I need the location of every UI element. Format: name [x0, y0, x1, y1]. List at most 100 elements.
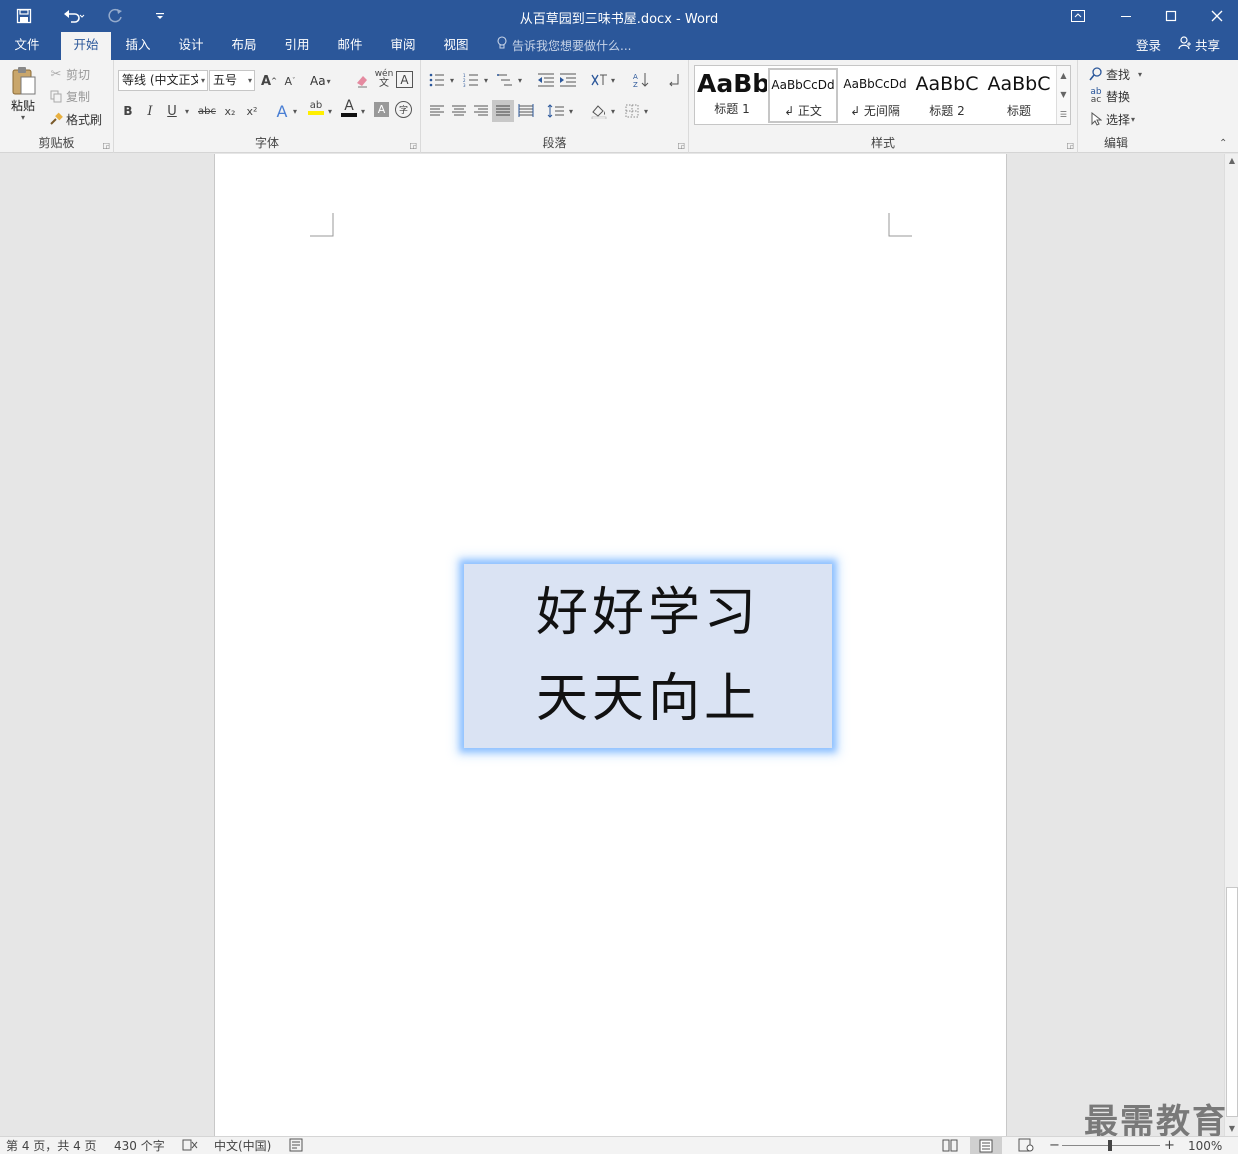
replace-button[interactable]: ab ac 替换: [1086, 86, 1130, 106]
share-button[interactable]: 共享: [1174, 34, 1220, 58]
align-center-icon[interactable]: [449, 101, 469, 121]
minimize-icon[interactable]: [1103, 0, 1149, 32]
tab-file[interactable]: 文件: [4, 32, 50, 60]
style-title[interactable]: AaBbC 标题: [984, 68, 1054, 123]
justify-icon[interactable]: [492, 100, 514, 122]
format-painter-button[interactable]: 格式刷: [46, 109, 102, 129]
subscript-button[interactable]: x₂: [220, 101, 240, 121]
web-layout-icon[interactable]: [1018, 1138, 1034, 1154]
paragraph-launcher-icon[interactable]: ◲: [677, 141, 685, 150]
change-case-button[interactable]: Aa ▾: [310, 71, 331, 91]
gallery-down-icon[interactable]: ▼: [1060, 90, 1066, 99]
highlight-icon[interactable]: ab: [306, 98, 326, 118]
zoom-out-icon[interactable]: −: [1049, 1138, 1060, 1154]
chevron-down-icon[interactable]: ▾: [450, 76, 454, 85]
chevron-down-icon[interactable]: ▾: [611, 76, 615, 85]
chevron-down-icon[interactable]: ▾: [644, 107, 648, 116]
ribbon-display-icon[interactable]: [1055, 0, 1101, 32]
underline-button[interactable]: U: [162, 101, 182, 121]
font-size-combo[interactable]: 五号 ▾: [209, 70, 255, 91]
bold-button[interactable]: B: [118, 101, 138, 121]
document-page[interactable]: 好好学习 天天向上: [214, 154, 1007, 1136]
grow-font-icon[interactable]: A ^: [259, 71, 279, 91]
clear-format-icon[interactable]: [352, 71, 372, 91]
zoom-in-icon[interactable]: +: [1164, 1138, 1175, 1154]
tab-design[interactable]: 设计: [168, 32, 214, 60]
font-name-combo[interactable]: 等线 (中文正文 ▾: [118, 70, 208, 91]
zoom-level[interactable]: 100%: [1188, 1138, 1222, 1154]
tab-review[interactable]: 审阅: [380, 32, 426, 60]
zoom-slider-thumb[interactable]: [1108, 1140, 1112, 1151]
text-box[interactable]: 好好学习 天天向上: [464, 564, 832, 748]
maximize-icon[interactable]: [1148, 0, 1194, 32]
italic-button[interactable]: I: [140, 101, 160, 121]
font-color-icon[interactable]: A: [339, 98, 359, 118]
style-heading-2[interactable]: AaBbC 标题 2: [912, 68, 982, 123]
tab-layout[interactable]: 布局: [221, 32, 267, 60]
distributed-icon[interactable]: [516, 101, 536, 121]
phonetic-guide-icon[interactable]: wén 文: [374, 69, 394, 89]
read-mode-icon[interactable]: [942, 1138, 958, 1154]
login-link[interactable]: 登录: [1136, 32, 1161, 59]
enclose-characters-icon[interactable]: 字: [395, 101, 412, 118]
gallery-more-icon[interactable]: ☰: [1060, 110, 1067, 119]
font-launcher-icon[interactable]: ◲: [409, 141, 417, 150]
tab-references[interactable]: 引用: [274, 32, 320, 60]
tab-mailings[interactable]: 邮件: [327, 32, 373, 60]
align-left-icon[interactable]: [427, 101, 447, 121]
shading-icon[interactable]: [589, 101, 609, 121]
style-heading-1[interactable]: AaBb 标题 1: [697, 68, 767, 123]
select-button[interactable]: 选择 ▾: [1086, 109, 1135, 129]
scroll-thumb[interactable]: [1226, 887, 1238, 1117]
borders-icon[interactable]: [622, 101, 642, 121]
word-count[interactable]: 430 个字: [114, 1138, 165, 1154]
bullets-icon[interactable]: [427, 70, 447, 90]
vertical-scrollbar[interactable]: ▲ ▼: [1224, 154, 1238, 1136]
chevron-down-icon[interactable]: ▾: [293, 107, 297, 116]
decrease-indent-icon[interactable]: [536, 70, 556, 90]
character-shading-icon[interactable]: A: [374, 102, 389, 117]
shrink-font-icon[interactable]: Aˇ: [280, 71, 300, 91]
paste-button[interactable]: 粘贴 ▾: [6, 66, 40, 128]
font-name-value: 等线 (中文正文: [122, 73, 198, 87]
tab-insert[interactable]: 插入: [115, 32, 161, 60]
sort-icon[interactable]: AZ: [631, 70, 651, 90]
macro-icon[interactable]: [289, 1138, 303, 1154]
numbering-icon[interactable]: 123: [461, 70, 481, 90]
gallery-up-icon[interactable]: ▲: [1060, 71, 1066, 80]
chevron-down-icon[interactable]: ▾: [518, 76, 522, 85]
styles-launcher-icon[interactable]: ◲: [1066, 141, 1074, 150]
cut-button[interactable]: ✂ 剪切: [46, 64, 90, 84]
scroll-up-icon[interactable]: ▲: [1225, 154, 1238, 168]
close-icon[interactable]: [1194, 0, 1238, 32]
character-border-icon[interactable]: A: [396, 71, 413, 88]
page-count[interactable]: 第 4 页，共 4 页: [6, 1138, 97, 1154]
clipboard-launcher-icon[interactable]: ◲: [102, 141, 110, 150]
style-no-spacing[interactable]: AaBbCcDd ↲ 无间隔: [840, 68, 910, 123]
find-button[interactable]: 查找 ▾: [1086, 64, 1142, 84]
chevron-down-icon[interactable]: ▾: [185, 107, 189, 116]
line-spacing-icon[interactable]: [546, 101, 566, 121]
strikethrough-button[interactable]: abc: [194, 101, 220, 121]
chevron-down-icon[interactable]: ▾: [484, 76, 488, 85]
chinese-layout-icon[interactable]: [589, 70, 609, 90]
style-normal[interactable]: AaBbCcDd ↲ 正文: [768, 68, 838, 123]
tell-me-box[interactable]: 告诉我您想要做什么...: [496, 32, 631, 60]
increase-indent-icon[interactable]: [558, 70, 578, 90]
print-layout-icon[interactable]: [970, 1137, 1002, 1154]
copy-button[interactable]: 复制: [46, 86, 90, 106]
chevron-down-icon[interactable]: ▾: [611, 107, 615, 116]
multilevel-list-icon[interactable]: [495, 70, 515, 90]
tab-home[interactable]: 开始: [61, 32, 111, 60]
show-formatting-icon[interactable]: [664, 70, 684, 90]
chevron-down-icon[interactable]: ▾: [569, 107, 573, 116]
superscript-button[interactable]: x²: [242, 101, 262, 121]
chevron-down-icon[interactable]: ▾: [361, 107, 365, 116]
align-right-icon[interactable]: [471, 101, 491, 121]
text-effects-icon[interactable]: A: [272, 101, 292, 121]
language-indicator[interactable]: 中文(中国): [214, 1138, 271, 1154]
chevron-down-icon[interactable]: ▾: [328, 107, 332, 116]
proofing-icon[interactable]: [182, 1138, 198, 1154]
tab-view[interactable]: 视图: [433, 32, 479, 60]
collapse-ribbon-icon[interactable]: ⌃: [1219, 138, 1227, 149]
